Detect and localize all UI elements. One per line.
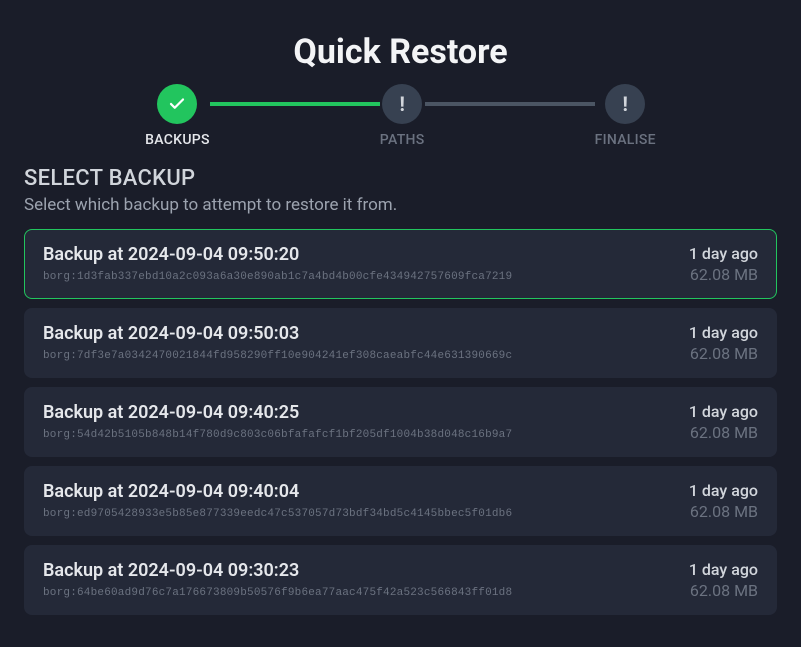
step-label: FINALISE (595, 132, 656, 148)
exclaim-icon: ! (605, 84, 645, 124)
backup-item-title: Backup at 2024-09-04 09:30:23 (43, 560, 512, 581)
backup-item-title: Backup at 2024-09-04 09:50:03 (43, 323, 512, 344)
backup-item-meta: 1 day ago 62.08 MB (689, 481, 758, 521)
backup-item-hash: borg:64be60ad9d76c7a176673809b50576f9b6e… (43, 587, 512, 599)
section-subtitle: Select which backup to attempt to restor… (24, 195, 777, 215)
backup-item-hash: borg:ed9705428933e5b85e877339eedc47c5370… (43, 508, 512, 520)
backup-item-hash: borg:54d42b5105b848b14f780d9c803c06bfafa… (43, 429, 512, 441)
backup-item-info: Backup at 2024-09-04 09:50:20 borg:1d3fab… (43, 244, 512, 283)
backup-item[interactable]: Backup at 2024-09-04 09:30:23 borg:64be60… (24, 545, 777, 615)
backup-item-meta: 1 day ago 62.08 MB (689, 560, 758, 600)
wizard-stepper: BACKUPS ! PATHS ! FINALISE (0, 84, 801, 148)
backup-item-title: Backup at 2024-09-04 09:40:25 (43, 402, 512, 423)
step-paths[interactable]: ! PATHS (380, 84, 425, 148)
backup-item-size: 62.08 MB (690, 502, 758, 521)
backup-item[interactable]: Backup at 2024-09-04 09:50:20 borg:1d3fab… (24, 229, 777, 299)
backup-item-info: Backup at 2024-09-04 09:30:23 borg:64be60… (43, 560, 512, 599)
backup-item-age: 1 day ago (689, 323, 758, 342)
backup-item[interactable]: Backup at 2024-09-04 09:40:25 borg:54d42b… (24, 387, 777, 457)
backup-list: Backup at 2024-09-04 09:50:20 borg:1d3fab… (24, 229, 777, 615)
step-label: BACKUPS (145, 132, 210, 148)
backup-item-size: 62.08 MB (690, 344, 758, 363)
backup-item-info: Backup at 2024-09-04 09:50:03 borg:7df3e7… (43, 323, 512, 362)
check-icon (157, 84, 197, 124)
backup-item-size: 62.08 MB (690, 265, 758, 284)
backup-item-info: Backup at 2024-09-04 09:40:25 borg:54d42b… (43, 402, 512, 441)
step-backups[interactable]: BACKUPS (145, 84, 210, 148)
backup-item[interactable]: Backup at 2024-09-04 09:40:04 borg:ed9705… (24, 466, 777, 536)
backup-item-meta: 1 day ago 62.08 MB (689, 402, 758, 442)
step-connector (210, 102, 380, 106)
backup-item-age: 1 day ago (689, 560, 758, 579)
backup-item-meta: 1 day ago 62.08 MB (689, 244, 758, 284)
backup-item-info: Backup at 2024-09-04 09:40:04 borg:ed9705… (43, 481, 512, 520)
step-finalise[interactable]: ! FINALISE (595, 84, 656, 148)
backup-item-age: 1 day ago (689, 481, 758, 500)
step-label: PATHS (380, 132, 425, 148)
backup-item-title: Backup at 2024-09-04 09:50:20 (43, 244, 512, 265)
backup-item-size: 62.08 MB (690, 581, 758, 600)
step-connector (425, 102, 595, 106)
backup-item-size: 62.08 MB (690, 423, 758, 442)
backup-item-title: Backup at 2024-09-04 09:40:04 (43, 481, 512, 502)
backup-item-meta: 1 day ago 62.08 MB (689, 323, 758, 363)
section-title: SELECT BACKUP (24, 166, 777, 191)
page-title: Quick Restore (0, 0, 801, 84)
backup-item-hash: borg:1d3fab337ebd10a2c093a6a30e890ab1c7a… (43, 271, 512, 283)
backup-item[interactable]: Backup at 2024-09-04 09:50:03 borg:7df3e7… (24, 308, 777, 378)
backup-item-age: 1 day ago (689, 244, 758, 263)
exclaim-icon: ! (382, 84, 422, 124)
backup-item-age: 1 day ago (689, 402, 758, 421)
backup-item-hash: borg:7df3e7a0342470021844fd958290ff10e90… (43, 350, 512, 362)
